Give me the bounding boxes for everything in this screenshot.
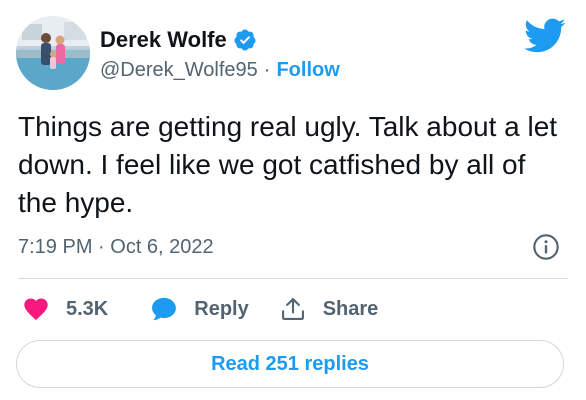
reply-label: Reply <box>194 297 249 320</box>
twitter-bird-icon[interactable] <box>524 18 566 54</box>
share-upload-icon <box>279 295 307 323</box>
like-count: 5.3K <box>66 297 109 320</box>
separator-dot: · <box>263 58 271 81</box>
verified-badge-icon <box>233 28 257 52</box>
tweet-timestamp[interactable]: 7:19 PM · Oct 6, 2022 <box>18 234 214 260</box>
reply-button[interactable]: Reply <box>150 295 249 323</box>
action-bar: 5.3K Reply Share <box>22 294 378 324</box>
share-label: Share <box>322 297 379 320</box>
author-display-name[interactable]: Derek Wolfe <box>100 27 227 53</box>
heart-icon <box>22 295 50 323</box>
speech-bubble-icon <box>150 295 178 323</box>
avatar[interactable] <box>16 16 90 90</box>
follow-button[interactable]: Follow <box>276 59 339 82</box>
divider <box>18 278 568 279</box>
like-button[interactable]: 5.3K <box>22 295 108 323</box>
author-handle[interactable]: @Derek_Wolfe95 <box>100 59 258 82</box>
avatar-photo <box>16 16 90 90</box>
read-replies-button[interactable]: Read 251 replies <box>16 340 564 388</box>
tweet-card: Derek Wolfe @Derek_Wolfe95 · Follow Thin… <box>0 0 586 400</box>
share-button[interactable]: Share <box>279 295 379 323</box>
tweet-text: Things are getting real ugly. Talk about… <box>18 111 565 218</box>
author-name-row: Derek Wolfe <box>100 25 257 55</box>
info-icon[interactable] <box>532 233 560 261</box>
author-handle-row: @Derek_Wolfe95 · Follow <box>100 57 340 83</box>
